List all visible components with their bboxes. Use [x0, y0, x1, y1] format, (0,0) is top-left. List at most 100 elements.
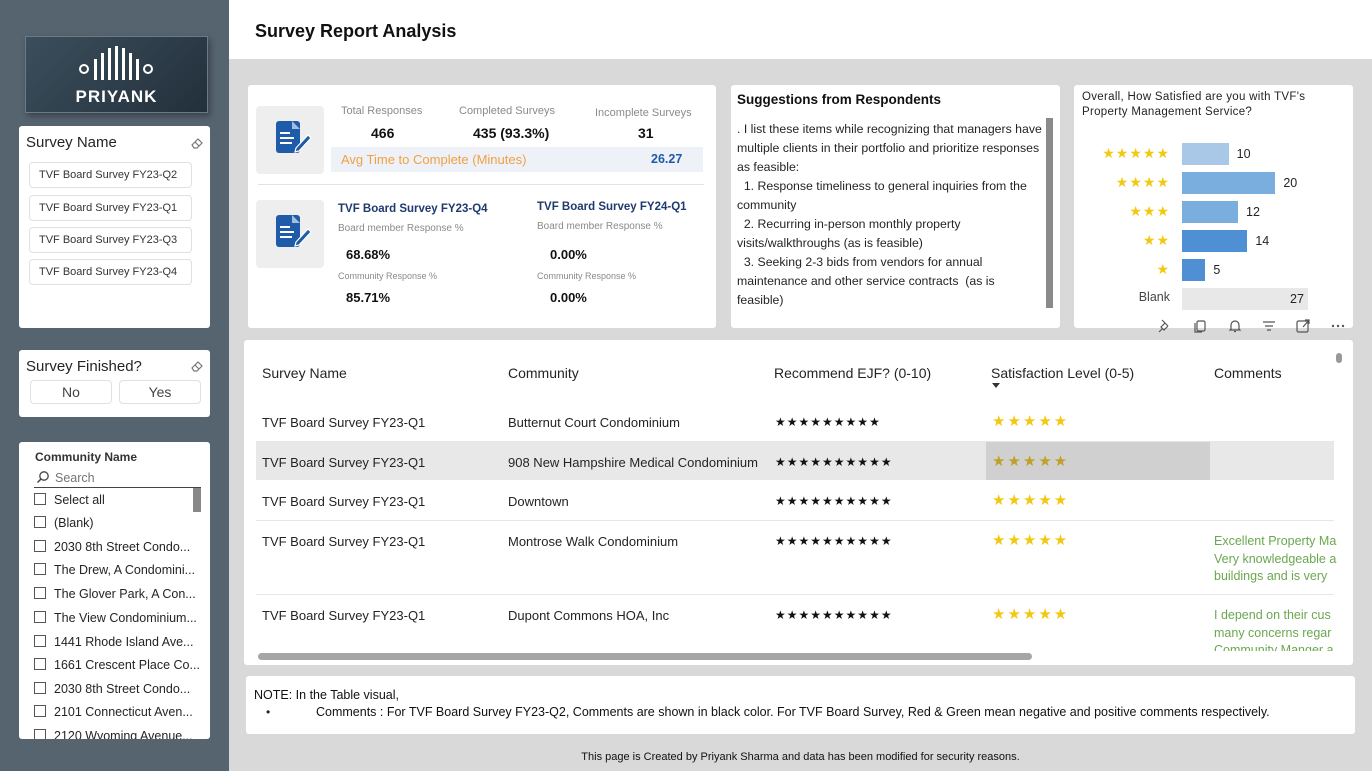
recommend-stars: ★★★★★★★★★★: [775, 455, 893, 469]
cell-community: 908 New Hampshire Medical Condominium: [508, 455, 758, 470]
horizontal-scrollbar[interactable]: [258, 653, 1032, 660]
pin-icon[interactable]: [1157, 318, 1173, 334]
board-fy24-community-label: Community Response %: [537, 271, 637, 281]
column-header[interactable]: Survey Name: [262, 365, 347, 381]
sidebar: PRIYANK Survey Name TVF Board Survey FY2…: [0, 0, 229, 771]
checkbox[interactable]: [34, 493, 46, 505]
kpi-label: Total Responses: [341, 105, 423, 117]
bar-value-label: 5: [1213, 263, 1221, 277]
checkbox[interactable]: [34, 516, 46, 528]
cell-survey: TVF Board Survey FY23-Q1: [262, 534, 426, 549]
column-header[interactable]: Recommend EJF? (0-10): [774, 365, 931, 381]
focus-mode-icon[interactable]: [1295, 318, 1311, 334]
list-item[interactable]: 1661 Crescent Place Co...: [34, 658, 200, 672]
checkbox[interactable]: [34, 563, 46, 575]
bar[interactable]: [1182, 201, 1238, 223]
list-item[interactable]: Select all: [34, 493, 105, 507]
satisfaction-stars: ★★★★★: [992, 413, 1070, 430]
search-input[interactable]: [55, 469, 195, 486]
bar-category-label: ★: [1156, 261, 1170, 277]
note-card: NOTE: In the Table visual, • Comments : …: [246, 676, 1355, 734]
satisfaction-stars: ★★★★★: [992, 453, 1070, 470]
divider: [258, 184, 704, 185]
filter-icon[interactable]: [1261, 318, 1277, 334]
eraser-icon[interactable]: [190, 136, 204, 150]
list-item[interactable]: 2120 Wyoming Avenue...: [34, 729, 193, 739]
kpi-value: 466: [371, 125, 395, 141]
cell-community: Montrose Walk Condominium: [508, 534, 679, 549]
checkbox[interactable]: [34, 540, 46, 552]
suggestions-text: . I list these items while recognizing t…: [737, 120, 1043, 310]
checkbox[interactable]: [34, 682, 46, 694]
survey-chip[interactable]: TVF Board Survey FY23-Q2: [29, 162, 192, 188]
bar-value-label: 20: [1283, 176, 1298, 190]
bell-icon[interactable]: [1227, 318, 1243, 334]
list-item[interactable]: 2101 Connecticut Aven...: [34, 705, 193, 719]
survey-chip[interactable]: TVF Board Survey FY23-Q4: [29, 259, 192, 285]
list-item[interactable]: 2030 8th Street Condo...: [34, 540, 190, 554]
bar[interactable]: [1182, 143, 1229, 165]
survey-chip[interactable]: TVF Board Survey FY23-Q1: [29, 195, 192, 221]
checkbox[interactable]: [34, 611, 46, 623]
survey-table: Survey Name Community Recommend EJF? (0-…: [244, 340, 1353, 665]
list-item[interactable]: 2030 8th Street Condo...: [34, 682, 190, 696]
bar-value-label: 10: [1236, 147, 1251, 161]
bar[interactable]: [1182, 230, 1248, 252]
eraser-icon[interactable]: [190, 359, 204, 373]
slicer-title: Community Name: [35, 450, 138, 464]
satisfaction-stars: ★★★★★: [992, 606, 1070, 623]
scrollbar[interactable]: [1046, 118, 1053, 308]
list-item[interactable]: The Drew, A Condomini...: [34, 563, 195, 577]
board-fy24-board-label: Board member Response %: [537, 221, 663, 232]
survey-finished-slicer: Survey Finished? No Yes: [19, 350, 210, 417]
cell-comment: Excellent Property Ma Very knowledgeable…: [1214, 534, 1337, 583]
column-header[interactable]: Community: [508, 365, 579, 381]
list-item[interactable]: (Blank): [34, 516, 94, 530]
cell-community: Butternut Court Condominium: [508, 415, 680, 430]
footer: This page is Created by Priyank Sharma a…: [581, 751, 1020, 763]
bar[interactable]: [1182, 259, 1206, 281]
suggestion-line: 3. Seeking 2-3 bids from vendors for ann…: [737, 255, 999, 307]
cell-survey: TVF Board Survey FY23-Q1: [262, 494, 426, 509]
scrollbar[interactable]: [193, 488, 201, 512]
checkbox[interactable]: [34, 658, 46, 670]
board-q4-community-label: Community Response %: [338, 271, 438, 281]
list-item[interactable]: The View Condominium...: [34, 611, 197, 625]
page-title: Survey Report Analysis: [255, 21, 457, 41]
list-item[interactable]: 1441 Rhode Island Ave...: [34, 635, 193, 649]
no-button[interactable]: No: [30, 380, 112, 404]
copy-icon[interactable]: [1192, 318, 1208, 334]
search-icon: [36, 471, 49, 484]
slicer-title: Survey Finished?: [26, 358, 142, 375]
kpi-card: Total Responses 466 Completed Surveys 43…: [248, 85, 716, 328]
suggestion-line: . I list these items while recognizing t…: [737, 122, 1042, 174]
suggestions-card: Suggestions from Respondents . I list th…: [731, 85, 1060, 328]
checkbox[interactable]: [34, 587, 46, 599]
bar[interactable]: [1182, 172, 1276, 194]
column-header[interactable]: Comments: [1214, 365, 1282, 381]
satisfaction-stars: ★★★★★: [992, 492, 1070, 509]
list-item[interactable]: The Glover Park, A Con...: [34, 587, 196, 601]
survey-chip[interactable]: TVF Board Survey FY23-Q3: [29, 227, 192, 253]
bar-category-label: ★★★: [1129, 203, 1170, 219]
column-header[interactable]: Satisfaction Level (0-5): [991, 365, 1134, 381]
sort-desc-icon: [992, 383, 1000, 388]
checkbox[interactable]: [34, 705, 46, 717]
table-row[interactable]: [256, 595, 1334, 655]
cell-community: Downtown: [508, 494, 569, 509]
satisfaction-chart: Overall, How Satisfied are you with TVF'…: [1074, 85, 1353, 328]
board-fy24-community-value: 0.00%: [550, 290, 587, 305]
table-row[interactable]: [256, 521, 1334, 594]
cell-survey: TVF Board Survey FY23-Q1: [262, 608, 426, 623]
checkbox[interactable]: [34, 635, 46, 647]
board-fy24-title: TVF Board Survey FY24-Q1: [537, 201, 687, 213]
board-q4-title: TVF Board Survey FY23-Q4: [338, 203, 488, 215]
yes-button[interactable]: Yes: [119, 380, 201, 404]
avg-time-bar: Avg Time to Complete (Minutes) 26.27: [331, 147, 703, 172]
suggestion-line: 1. Response timeliness to general inquir…: [737, 179, 1031, 212]
note-bullet-icon: •: [266, 705, 271, 719]
checkbox[interactable]: [34, 729, 46, 739]
more-options-icon[interactable]: [1330, 318, 1346, 334]
recommend-stars: ★★★★★★★★★: [775, 415, 881, 429]
scroll-dot[interactable]: [1336, 353, 1342, 363]
